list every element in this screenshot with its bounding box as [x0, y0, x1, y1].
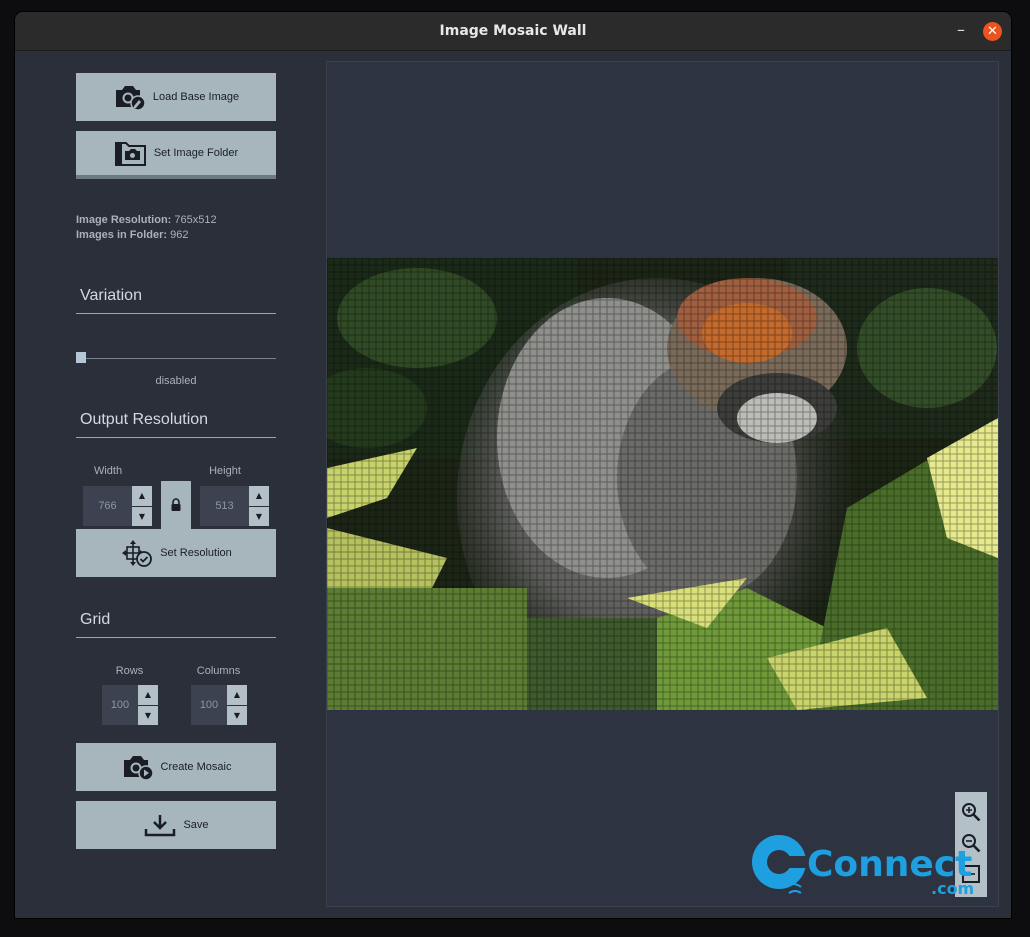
variation-slider-track[interactable]: [76, 358, 276, 359]
title-bar: Image Mosaic Wall – ✕: [15, 12, 1011, 51]
folder-camera-icon: [114, 139, 148, 167]
output-resolution-title: Output Resolution: [76, 411, 276, 438]
images-in-folder-value: 962: [170, 229, 189, 241]
variation-title: Variation: [76, 287, 276, 314]
zoom-in-icon[interactable]: [960, 801, 982, 827]
width-decrement-button[interactable]: ▼: [132, 506, 152, 526]
columns-decrement-button[interactable]: ▼: [227, 705, 247, 725]
rows-input[interactable]: 100: [102, 685, 138, 725]
images-in-folder-info: Images in Folder: 962: [76, 229, 189, 241]
columns-increment-button[interactable]: ▲: [227, 685, 247, 705]
camera-icon: [113, 83, 147, 111]
variation-status: disabled: [155, 375, 197, 387]
set-resolution-button[interactable]: Set Resolution: [76, 529, 276, 577]
rows-spinbox: 100 ▲ ▼: [102, 685, 158, 725]
create-mosaic-button[interactable]: Create Mosaic: [76, 743, 276, 791]
aspect-lock-button[interactable]: [161, 481, 191, 531]
download-icon: [143, 813, 177, 837]
rows-increment-button[interactable]: ▲: [138, 685, 158, 705]
camera-play-icon: [121, 753, 155, 781]
app-window: Image Mosaic Wall – ✕ Load Base Image Se…: [15, 12, 1011, 918]
load-base-image-label: Load Base Image: [152, 91, 240, 103]
variation-slider-handle[interactable]: [76, 352, 86, 363]
columns-input[interactable]: 100: [191, 685, 227, 725]
minimize-button[interactable]: –: [951, 20, 971, 40]
load-base-image-button[interactable]: Load Base Image: [76, 73, 276, 121]
set-image-folder-label: Set Image Folder: [153, 147, 239, 159]
save-label: Save: [183, 819, 209, 831]
grid-title: Grid: [76, 611, 276, 638]
rows-label: Rows: [115, 665, 144, 677]
set-resolution-label: Set Resolution: [160, 547, 232, 559]
width-spinbox: 766 ▲ ▼: [83, 486, 152, 526]
lock-icon: [170, 497, 182, 516]
width-increment-button[interactable]: ▲: [132, 486, 152, 506]
width-input[interactable]: 766: [83, 486, 132, 526]
create-mosaic-label: Create Mosaic: [160, 761, 232, 773]
height-spinbox: 513 ▲ ▼: [200, 486, 269, 526]
columns-label: Columns: [196, 665, 241, 677]
rows-decrement-button[interactable]: ▼: [138, 705, 158, 725]
height-input[interactable]: 513: [200, 486, 249, 526]
control-sidebar: Load Base Image Set Image Folder Image R…: [15, 51, 315, 918]
columns-spinbox: 100 ▲ ▼: [191, 685, 247, 725]
mosaic-canvas[interactable]: Connect .com: [326, 61, 999, 907]
watermark-subtext: .com: [931, 879, 974, 898]
width-label: Width: [93, 465, 123, 477]
height-label: Height: [209, 465, 241, 477]
set-image-folder-button[interactable]: Set Image Folder: [76, 131, 276, 179]
image-resolution-info: Image Resolution: 765x512: [76, 214, 217, 226]
window-title: Image Mosaic Wall: [439, 23, 587, 39]
mosaic-preview-image: [327, 258, 998, 710]
height-increment-button[interactable]: ▲: [249, 486, 269, 506]
resize-check-icon: [120, 538, 154, 568]
close-button[interactable]: ✕: [983, 22, 1002, 41]
image-resolution-value: 765x512: [174, 214, 217, 226]
height-decrement-button[interactable]: ▼: [249, 506, 269, 526]
images-in-folder-label: Images in Folder:: [76, 229, 168, 241]
save-button[interactable]: Save: [76, 801, 276, 849]
image-resolution-label: Image Resolution:: [76, 214, 172, 226]
watermark-logo: Connect .com: [745, 832, 985, 902]
